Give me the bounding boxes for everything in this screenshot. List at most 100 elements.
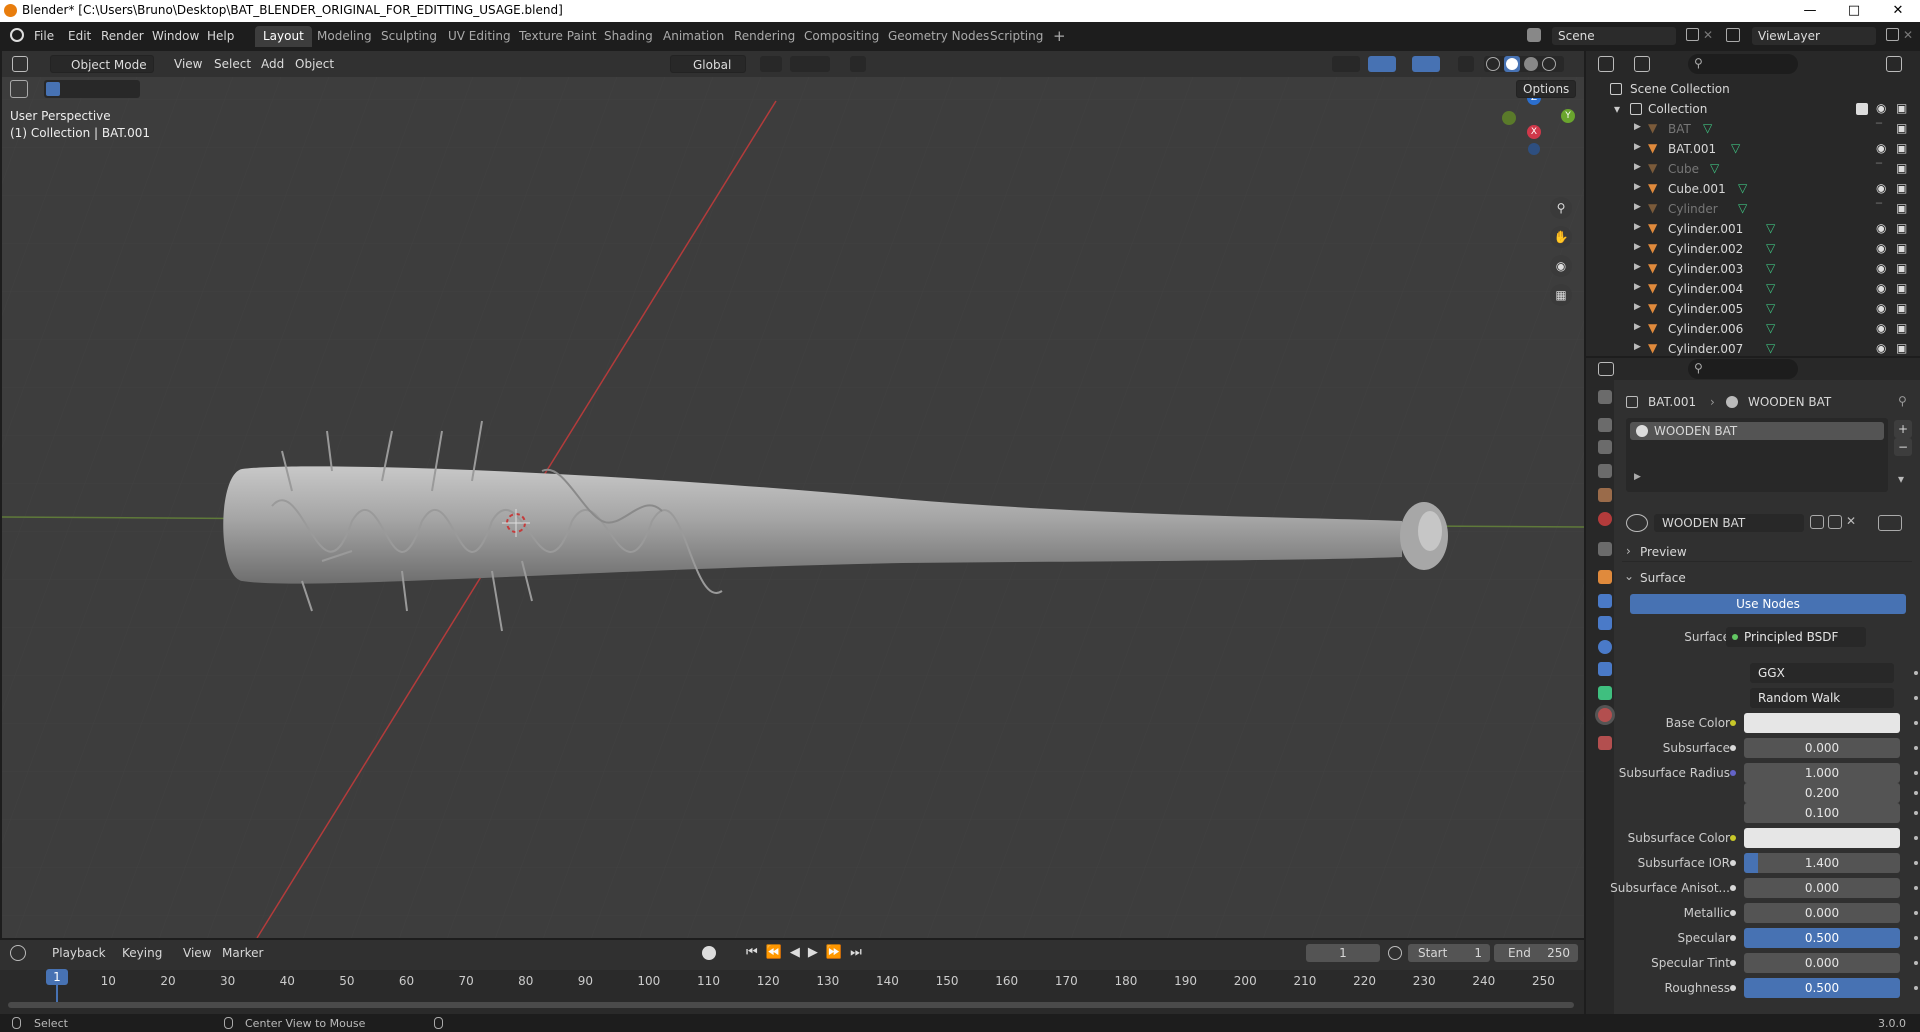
- camera-icon[interactable]: ▣: [1896, 281, 1907, 295]
- eye-icon[interactable]: ◉: [1876, 141, 1886, 155]
- tab-geometry-nodes[interactable]: Geometry Nodes: [880, 26, 997, 47]
- input-socket-icon[interactable]: [1730, 745, 1736, 751]
- bsdf-input-field[interactable]: 0.100: [1744, 803, 1900, 823]
- material-shading-icon[interactable]: [1524, 57, 1538, 71]
- camera-icon[interactable]: ▣: [1896, 101, 1907, 115]
- mesh-data-icon[interactable]: ▽: [1738, 181, 1747, 195]
- render-tab-icon[interactable]: [1598, 418, 1612, 432]
- tab-layout[interactable]: Layout: [255, 26, 312, 47]
- unlink-material-icon[interactable]: ✕: [1846, 514, 1856, 528]
- distribution-dropdown[interactable]: GGX: [1750, 663, 1894, 683]
- mesh-data-icon[interactable]: ▽: [1703, 121, 1712, 135]
- outliner-object-row[interactable]: ▶ ▼ Cube ▽ ‾ ▣: [1586, 159, 1920, 179]
- world-tab-icon[interactable]: [1598, 512, 1612, 526]
- bsdf-input-field[interactable]: 0.000: [1744, 878, 1900, 898]
- neg-y-axis-icon[interactable]: [1502, 111, 1516, 125]
- shading-mode-icons[interactable]: [1484, 56, 1564, 72]
- keyframe-dot[interactable]: [1914, 771, 1918, 775]
- eye-icon[interactable]: ◉: [1876, 341, 1886, 355]
- delete-scene-icon[interactable]: ✕: [1703, 28, 1713, 42]
- keyframe-dot[interactable]: [1914, 961, 1918, 965]
- eye-icon[interactable]: ◉: [1876, 261, 1886, 275]
- distribution-keyframe-dot[interactable]: [1914, 671, 1918, 675]
- eye-icon[interactable]: ◉: [1876, 301, 1886, 315]
- expand-arrow-icon[interactable]: ▶: [1634, 322, 1641, 332]
- eye-closed-icon[interactable]: ‾: [1876, 161, 1882, 175]
- visibility-icon[interactable]: [1332, 56, 1360, 72]
- properties-panel[interactable]: ⚲ BAT.001 › WOODEN BAT ⚲ WOODEN BAT ▶ + …: [1586, 358, 1920, 1014]
- camera-icon[interactable]: ▣: [1896, 341, 1907, 355]
- material-name-field[interactable]: WOODEN BAT: [1654, 514, 1804, 532]
- tab-compositing[interactable]: Compositing: [796, 26, 887, 47]
- keyframe-dot[interactable]: [1914, 936, 1918, 940]
- input-socket-icon[interactable]: [1730, 985, 1736, 991]
- outliner-object-row[interactable]: ▶ ▼ Cylinder.003 ▽ ◉ ▣: [1586, 259, 1920, 279]
- outliner-object-row[interactable]: ▶ ▼ Cylinder.002 ▽ ◉ ▣: [1586, 239, 1920, 259]
- outliner-object-row[interactable]: ▶ ▼ Cylinder.006 ▽ ◉ ▣: [1586, 319, 1920, 339]
- timeline-menu-marker[interactable]: Marker: [222, 946, 263, 960]
- new-view-layer-icon[interactable]: [1886, 28, 1899, 41]
- minimize-button[interactable]: —: [1788, 0, 1832, 22]
- add-slot-button[interactable]: +: [1894, 420, 1912, 438]
- menu-help[interactable]: Help: [207, 29, 234, 43]
- input-socket-icon[interactable]: [1730, 960, 1736, 966]
- subsurface-method-keyframe-dot[interactable]: [1914, 696, 1918, 700]
- mesh-data-icon[interactable]: ▽: [1766, 301, 1775, 315]
- timeline-editor-type-icon[interactable]: [10, 945, 26, 961]
- material-slot-list[interactable]: WOODEN BAT ▶: [1626, 418, 1888, 492]
- collection-tab-icon[interactable]: [1598, 542, 1612, 556]
- tab-uv-editing[interactable]: UV Editing: [440, 26, 519, 47]
- keyframe-dot[interactable]: [1914, 861, 1918, 865]
- eye-closed-icon[interactable]: ‾: [1876, 201, 1882, 215]
- bsdf-input-field[interactable]: 0.000: [1744, 953, 1900, 973]
- camera-icon[interactable]: ▣: [1896, 261, 1907, 275]
- add-workspace-button[interactable]: +: [1045, 24, 1074, 45]
- bsdf-input-field[interactable]: 0.000: [1744, 738, 1900, 758]
- texture-tab-icon[interactable]: [1598, 736, 1612, 750]
- slot-specials-icon[interactable]: ▾: [1898, 472, 1904, 486]
- playhead[interactable]: 1: [46, 969, 68, 985]
- viewport-menu-object[interactable]: Object: [289, 55, 340, 73]
- pan-hand-icon[interactable]: ✋: [1550, 226, 1572, 248]
- modifier-tab-icon[interactable]: [1598, 594, 1612, 608]
- expand-arrow-icon[interactable]: ▶: [1634, 342, 1641, 352]
- outliner-object-row[interactable]: ▶ ▼ Cylinder.007 ▽ ◉ ▣: [1586, 339, 1920, 359]
- object-mode-dropdown[interactable]: Object Mode: [50, 55, 154, 73]
- outliner-object-row[interactable]: ▶ ▼ Cylinder.001 ▽ ◉ ▣: [1586, 219, 1920, 239]
- viewport-menu-add[interactable]: Add: [255, 55, 290, 73]
- input-socket-icon[interactable]: [1730, 910, 1736, 916]
- fake-user-icon[interactable]: [1810, 515, 1824, 529]
- navigation-gizmo[interactable]: Z X Y: [1486, 91, 1576, 181]
- pin-icon[interactable]: ⚲: [1898, 394, 1907, 408]
- outliner-editor-type-icon[interactable]: [1598, 56, 1614, 72]
- input-socket-icon[interactable]: [1730, 770, 1736, 776]
- bsdf-input-field[interactable]: 1.000: [1744, 763, 1900, 783]
- bsdf-input-field[interactable]: [1744, 713, 1900, 733]
- ortho-grid-icon[interactable]: ▦: [1550, 284, 1572, 306]
- menu-render[interactable]: Render: [101, 29, 144, 43]
- outliner-scene-collection[interactable]: Scene Collection: [1586, 79, 1920, 99]
- options-dropdown[interactable]: Options: [1516, 80, 1577, 98]
- overlay-toggle-icon[interactable]: [1412, 56, 1440, 72]
- material-slot-row[interactable]: WOODEN BAT: [1630, 422, 1884, 440]
- viewport-menu-view[interactable]: View: [168, 55, 208, 73]
- tool-tab-icon[interactable]: [1598, 390, 1612, 404]
- solid-shading-icon[interactable]: [1504, 56, 1520, 72]
- keyframe-dot[interactable]: [1914, 811, 1918, 815]
- physics-tab-icon[interactable]: [1598, 640, 1612, 654]
- timeline-menu-playback[interactable]: Playback: [52, 946, 106, 960]
- eye-icon[interactable]: ◉: [1876, 181, 1886, 195]
- duplicate-material-icon[interactable]: [1828, 515, 1842, 529]
- tab-scripting[interactable]: Scripting: [982, 26, 1051, 47]
- select-tool-icon[interactable]: [10, 80, 28, 98]
- mesh-data-icon[interactable]: ▽: [1731, 141, 1740, 155]
- menu-file[interactable]: File: [34, 29, 54, 43]
- proportional-edit-icon[interactable]: [850, 56, 866, 72]
- current-frame-field[interactable]: 1: [1306, 944, 1380, 962]
- tab-sculpting[interactable]: Sculpting: [373, 26, 445, 47]
- input-socket-icon[interactable]: [1730, 720, 1736, 726]
- blender-menu-icon[interactable]: [10, 28, 24, 42]
- properties-editor-type-icon[interactable]: [1598, 362, 1614, 376]
- outliner-object-row[interactable]: ▶ ▼ Cylinder.004 ▽ ◉ ▣: [1586, 279, 1920, 299]
- expand-arrow-icon[interactable]: ▶: [1634, 302, 1641, 312]
